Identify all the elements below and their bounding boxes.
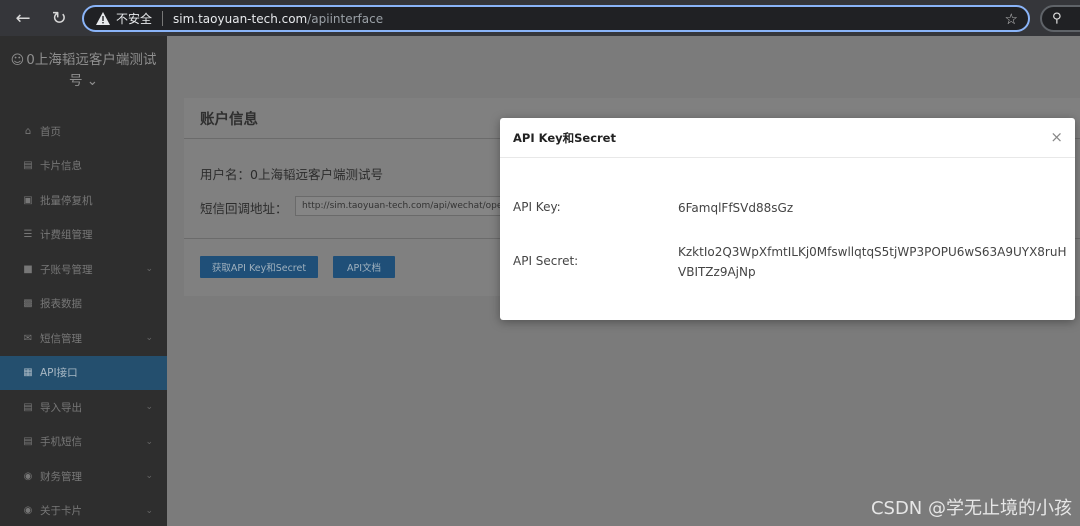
address-bar[interactable]: 不安全 sim.taoyuan-tech.com/apiinterface ☆ bbox=[82, 5, 1030, 32]
username-value: 0上海韬远客户端测试号 bbox=[250, 167, 383, 182]
api-icon: ▦ bbox=[23, 367, 33, 379]
sidebar-item-subaccount[interactable]: ■ 子账号管理 ⌄ bbox=[0, 252, 167, 287]
omnibox-separator bbox=[162, 11, 164, 26]
search-icon: ⚲ bbox=[1052, 11, 1062, 26]
chevron-down-icon: ⌄ bbox=[145, 264, 153, 275]
chevron-down-icon: ⌄ bbox=[145, 333, 153, 344]
sidebar: ☺ 0上海韬远客户端测试 号 ⌄ ⌂ 首页 ▤ 卡片信息 ▣ 批量停复机 ☰ 计费组管理 … bbox=[0, 36, 167, 526]
sidebar-item-label: API接口 bbox=[40, 367, 78, 380]
api-key-value: 6FamqlFfSVd88sGz bbox=[678, 201, 794, 215]
insecure-label: 不安全 bbox=[116, 12, 153, 26]
modal-header: API Key和Secret bbox=[500, 118, 1075, 158]
sidebar-item-card-info[interactable]: ▤ 卡片信息 bbox=[0, 149, 167, 184]
account-icon: ■ bbox=[23, 263, 33, 275]
browser-toolbar: ← ↻ 不安全 sim.taoyuan-tech.com/apiinterfac… bbox=[0, 0, 1080, 36]
card-icon: ▤ bbox=[23, 160, 33, 172]
sidebar-item-label: 卡片信息 bbox=[40, 160, 82, 173]
phone-icon: ▤ bbox=[23, 436, 33, 448]
import-export-icon: ▤ bbox=[23, 401, 33, 413]
url-host: sim.taoyuan-tech.com bbox=[173, 11, 308, 26]
sidebar-item-label: 批量停复机 bbox=[40, 194, 93, 207]
chevron-down-icon: ⌄ bbox=[145, 436, 153, 447]
sidebar-item-billing-group[interactable]: ☰ 计费组管理 bbox=[0, 218, 167, 253]
api-key-label: API Key: bbox=[513, 200, 561, 214]
sidebar-item-reports[interactable]: ▩ 报表数据 bbox=[0, 287, 167, 322]
back-arrow-icon[interactable]: ← bbox=[8, 3, 38, 33]
sidebar-item-phone-sms[interactable]: ▤ 手机短信 ⌄ bbox=[0, 425, 167, 460]
page-title: 账户信息 bbox=[200, 112, 258, 128]
username-label: 用户名： bbox=[200, 167, 251, 182]
modal-title: API Key和Secret bbox=[513, 130, 616, 145]
get-api-key-button[interactable]: 获取API Key和Secret bbox=[200, 256, 318, 278]
finance-icon: ◉ bbox=[23, 470, 33, 482]
callback-label: 短信回调地址： bbox=[200, 201, 288, 216]
sidebar-item-api[interactable]: ▦ API接口 bbox=[0, 355, 167, 390]
chart-icon: ▩ bbox=[23, 298, 33, 310]
watermark: CSDN @学无止境的小孩 bbox=[870, 498, 1072, 519]
sidebar-item-batch[interactable]: ▣ 批量停复机 bbox=[0, 183, 167, 218]
close-icon[interactable]: × bbox=[1050, 128, 1063, 146]
sidebar-item-label: 报表数据 bbox=[40, 298, 82, 311]
bookmark-star-icon[interactable]: ☆ bbox=[1005, 10, 1018, 28]
user-block[interactable]: ☺ 0上海韬远客户端测试 号 ⌄ bbox=[0, 36, 167, 114]
api-doc-button[interactable]: API文档 bbox=[333, 256, 395, 278]
url-path: /apiinterface bbox=[307, 11, 384, 26]
user-name: 0上海韬远客户端测试 bbox=[26, 52, 157, 68]
sms-icon: ✉ bbox=[23, 332, 33, 344]
sidebar-item-label: 首页 bbox=[40, 125, 61, 138]
sidebar-item-label: 计费组管理 bbox=[40, 229, 93, 242]
batch-icon: ▣ bbox=[23, 194, 33, 206]
sidebar-item-label: 关于卡片 bbox=[40, 505, 82, 518]
chevron-down-icon: ⌄ bbox=[145, 471, 153, 482]
warning-icon bbox=[96, 11, 110, 26]
chevron-down-icon: ⌄ bbox=[145, 505, 153, 516]
info-icon: ◉ bbox=[23, 505, 33, 517]
list-icon: ☰ bbox=[23, 229, 33, 241]
person-icon: ☺ bbox=[10, 53, 25, 68]
sidebar-item-finance[interactable]: ◉ 财务管理 ⌄ bbox=[0, 459, 167, 494]
username-field: 用户名：0上海韬远客户端测试号 bbox=[200, 164, 383, 183]
sidebar-item-label: 导入导出 bbox=[40, 401, 82, 414]
search-button[interactable]: ⚲ bbox=[1040, 5, 1080, 32]
sidebar-item-label: 手机短信 bbox=[40, 436, 82, 449]
sidebar-item-sms[interactable]: ✉ 短信管理 ⌄ bbox=[0, 321, 167, 356]
sidebar-item-home[interactable]: ⌂ 首页 bbox=[0, 114, 167, 149]
sidebar-item-about[interactable]: ◉ 关于卡片 ⌄ bbox=[0, 494, 167, 526]
api-secret-value: KzktIo2Q3WpXfmtILKj0MfswllqtqS5tjWP3POPU… bbox=[678, 245, 1067, 279]
chevron-down-icon: ⌄ bbox=[145, 402, 153, 413]
home-icon: ⌂ bbox=[24, 125, 32, 137]
sidebar-item-label: 短信管理 bbox=[40, 332, 82, 345]
sidebar-item-label: 财务管理 bbox=[40, 470, 82, 483]
api-key-modal: API Key和Secret × API Key: 6FamqlFfSVd88s… bbox=[500, 118, 1075, 320]
reload-icon[interactable]: ↻ bbox=[44, 3, 74, 33]
user-name-line2: 号 bbox=[68, 73, 83, 89]
sidebar-menu: ⌂ 首页 ▤ 卡片信息 ▣ 批量停复机 ☰ 计费组管理 ■ 子账号管理 ⌄ ▩ 报表数据 ✉ 短… bbox=[0, 114, 167, 526]
sidebar-item-label: 子账号管理 bbox=[40, 263, 93, 276]
chevron-down-icon[interactable]: ⌄ bbox=[87, 73, 98, 89]
api-secret-label: API Secret: bbox=[513, 254, 579, 268]
callback-url-input[interactable]: http://sim.taoyuan-tech.com/api/wechat/o… bbox=[295, 196, 505, 216]
sidebar-item-import-export[interactable]: ▤ 导入导出 ⌄ bbox=[0, 390, 167, 425]
